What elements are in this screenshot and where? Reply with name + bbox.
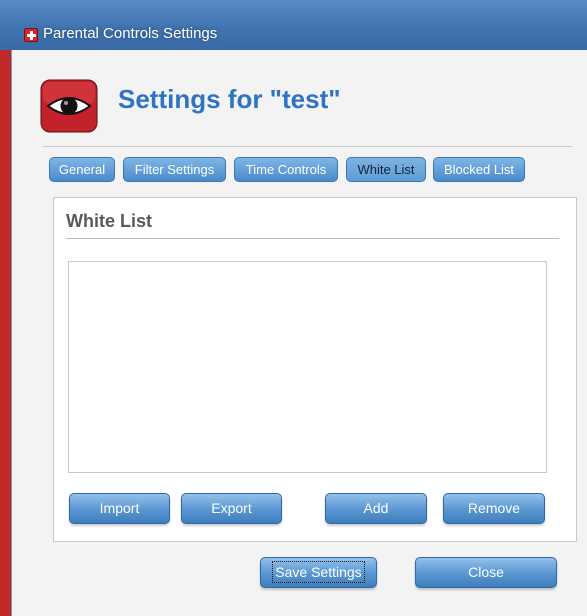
tab-time-controls[interactable]: Time Controls (234, 157, 338, 182)
tab-general[interactable]: General (49, 157, 115, 182)
app-window: Parental Controls Settings Settings for … (0, 0, 587, 616)
swiss-cross-app-icon (24, 28, 38, 42)
close-button[interactable]: Close (415, 557, 557, 588)
tab-white-list[interactable]: White List (346, 157, 426, 182)
add-button-label: Add (363, 500, 389, 516)
white-list-panel: White List Import Export Add Remove (53, 197, 577, 542)
close-button-label: Close (468, 564, 504, 580)
add-button[interactable]: Add (325, 493, 427, 524)
remove-button-label: Remove (467, 500, 521, 516)
export-button-label: Export (211, 500, 252, 516)
panel-divider (66, 238, 559, 239)
tab-filter-settings[interactable]: Filter Settings (123, 157, 226, 182)
tab-blocked-list[interactable]: Blocked List (433, 157, 525, 182)
white-list-box[interactable] (68, 261, 547, 473)
import-button[interactable]: Import (69, 493, 170, 524)
title-bar[interactable]: Parental Controls Settings (0, 0, 587, 50)
remove-button[interactable]: Remove (443, 493, 545, 524)
save-settings-label: Save Settings (272, 561, 365, 583)
header-divider (43, 146, 572, 147)
eye-icon (40, 79, 98, 133)
save-settings-button[interactable]: Save Settings (260, 557, 377, 588)
dialog-body: Settings for "test" General Filter Setti… (11, 50, 587, 616)
import-button-label: Import (99, 500, 140, 516)
window-title: Parental Controls Settings (43, 25, 218, 42)
export-button[interactable]: Export (181, 493, 282, 524)
panel-title: White List (66, 211, 152, 231)
page-title: Settings for "test" (118, 84, 341, 114)
